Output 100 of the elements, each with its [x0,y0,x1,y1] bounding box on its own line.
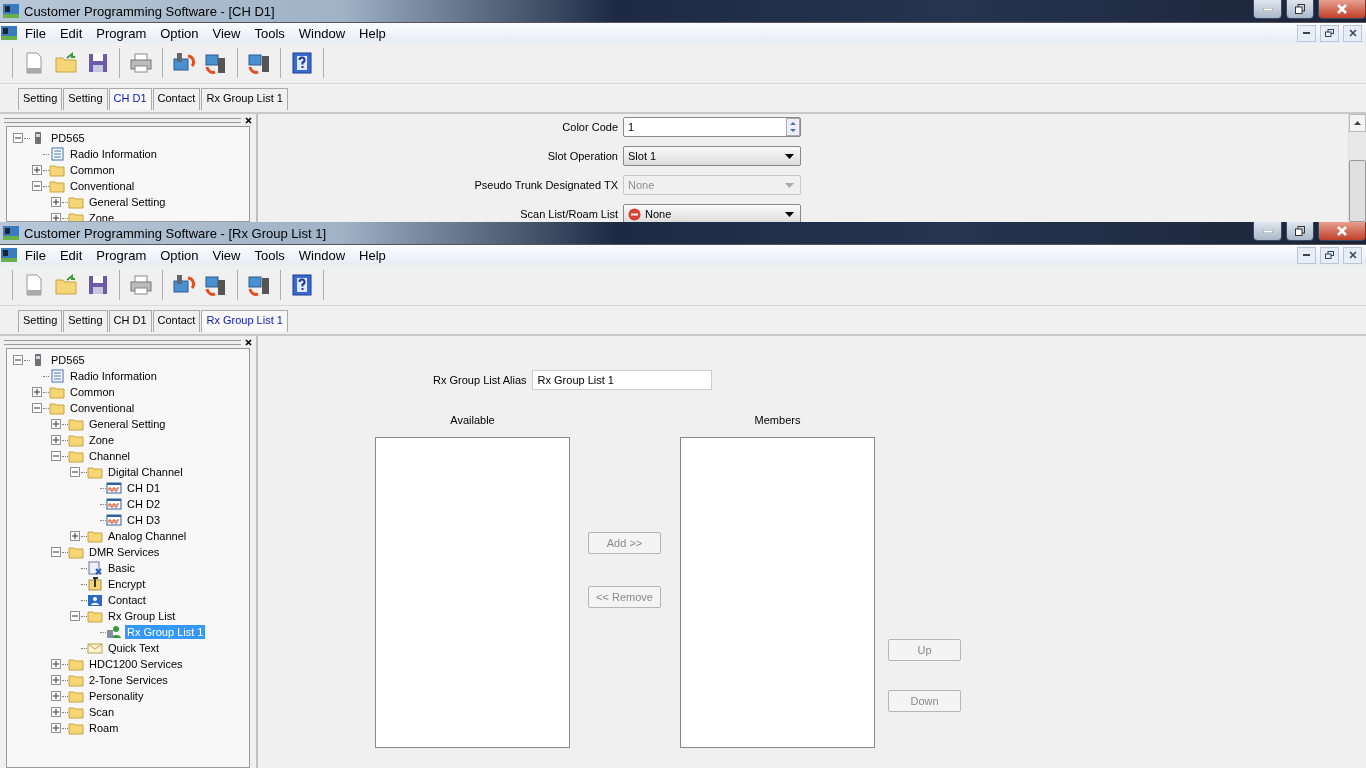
tree-item[interactable]: Encrypt [106,577,148,591]
close-icon[interactable] [245,116,252,124]
tree-item[interactable]: CH D1 [125,481,162,495]
tab[interactable]: Rx Group List 1 [201,88,288,110]
field-label: Pseudo Trunk Designated TX [473,179,618,191]
collapse-toggle[interactable] [51,547,61,557]
field-label: Slot Operation [546,150,618,162]
menu-item[interactable]: View [205,247,248,263]
alias-input[interactable]: Rx Group List 1 [531,370,712,390]
tree-item[interactable]: Common [68,385,117,399]
menu-item[interactable]: Edit [52,247,90,263]
menu-item[interactable]: Program [89,247,154,263]
tab[interactable]: Setting [63,88,108,110]
tab[interactable]: CH D1 [108,310,152,332]
folder-icon [49,179,65,193]
expand-toggle[interactable] [32,165,42,175]
close-button[interactable] [1318,222,1366,241]
collapse-toggle[interactable] [32,403,42,413]
tree-item[interactable]: Conventional [68,179,137,193]
tab[interactable]: Setting [18,88,63,110]
open-folder-icon[interactable] [53,50,79,76]
minimize-button[interactable] [1253,222,1282,241]
restore-button[interactable] [1286,0,1314,19]
field-label: Rx Group List Alias [433,374,527,386]
menu-item[interactable]: Program [89,25,154,41]
menu-item[interactable]: View [205,25,248,41]
help-icon[interactable] [289,272,315,298]
menu-item[interactable]: File [18,25,53,41]
restore-icon [1325,29,1334,37]
expand-toggle[interactable] [51,197,61,207]
tree-item[interactable]: General Setting [87,195,168,209]
collapse-toggle[interactable] [13,133,23,143]
dropdown[interactable]: None [623,204,801,222]
expand-toggle[interactable] [51,659,61,669]
folder-icon [49,385,65,399]
tree-item[interactable]: Channel [87,449,132,463]
envelope-icon [87,641,103,655]
tab[interactable]: Setting [63,310,108,332]
tree-item[interactable]: Common [68,163,117,177]
minimize-button[interactable] [1253,0,1282,19]
collapse-toggle[interactable] [51,451,61,461]
tree-item[interactable]: PD565 [49,353,87,367]
collapse-toggle[interactable] [70,611,80,621]
menu-item[interactable]: Help [352,25,393,41]
tree-item[interactable]: Contact [106,593,148,607]
collapse-toggle[interactable] [13,355,23,365]
tab[interactable]: Rx Group List 1 [201,310,288,332]
help-icon[interactable] [289,50,315,76]
tree-item[interactable]: DMR Services [87,545,162,559]
dropdown[interactable]: Slot 1 [623,146,801,166]
expand-toggle[interactable] [51,419,61,429]
tree-item[interactable]: Radio Information [68,369,159,383]
spin-field[interactable]: 1 [623,117,801,137]
open-folder-icon[interactable] [53,272,79,298]
tree-item[interactable]: CH D3 [125,513,162,527]
menu-item[interactable]: Option [153,25,206,41]
tree-item[interactable]: General Setting [87,417,168,431]
print-icon[interactable] [128,50,154,76]
tree-item[interactable]: Zone [87,433,117,447]
restore-button[interactable] [1286,222,1314,241]
tree-item[interactable]: Radio Information [68,147,159,161]
menu-item[interactable]: Window [291,25,353,41]
tree-item[interactable]: Roam [87,721,121,735]
tree-item[interactable]: Digital Channel [106,465,185,479]
tree-item[interactable]: Conventional [68,401,137,415]
close-button[interactable] [1318,0,1366,19]
expand-toggle[interactable] [70,531,80,541]
expand-toggle[interactable] [51,675,61,685]
menu-item[interactable]: Window [291,247,353,263]
print-icon[interactable] [128,272,154,298]
tree-item[interactable]: CH D2 [125,497,162,511]
tree-item[interactable]: Quick Text [106,641,162,655]
menu-item[interactable]: Help [352,247,393,263]
expand-toggle[interactable] [51,723,61,733]
scrollbar[interactable] [1348,114,1366,222]
scroll-up-icon [1354,121,1361,125]
menu-item[interactable]: Edit [52,25,90,41]
menu-item[interactable]: File [18,247,53,263]
menu-item[interactable]: Tools [247,25,292,41]
expand-toggle[interactable] [32,387,42,397]
tree-item[interactable]: HDC1200 Services [87,657,185,671]
collapse-toggle[interactable] [32,181,42,191]
tree-item[interactable]: Basic [106,561,137,575]
tree-item[interactable]: Analog Channel [106,529,189,543]
expand-toggle[interactable] [51,691,61,701]
tree-item[interactable]: 2-Tone Services [87,673,170,687]
expand-toggle[interactable] [51,435,61,445]
menu-item[interactable]: Option [153,247,206,263]
collapse-toggle[interactable] [70,467,80,477]
tree-item[interactable]: Scan [87,705,117,719]
tree-item[interactable]: PD565 [49,131,87,145]
tab[interactable]: Contact [152,310,201,332]
expand-toggle[interactable] [51,707,61,717]
tree-item[interactable]: Personality [87,689,146,703]
tree-item[interactable]: Rx Group List [106,609,178,623]
tab[interactable]: Setting [18,310,63,332]
tab[interactable]: CH D1 [108,88,152,110]
close-icon[interactable] [245,338,252,346]
menu-item[interactable]: Tools [247,247,292,263]
tab[interactable]: Contact [152,88,201,110]
